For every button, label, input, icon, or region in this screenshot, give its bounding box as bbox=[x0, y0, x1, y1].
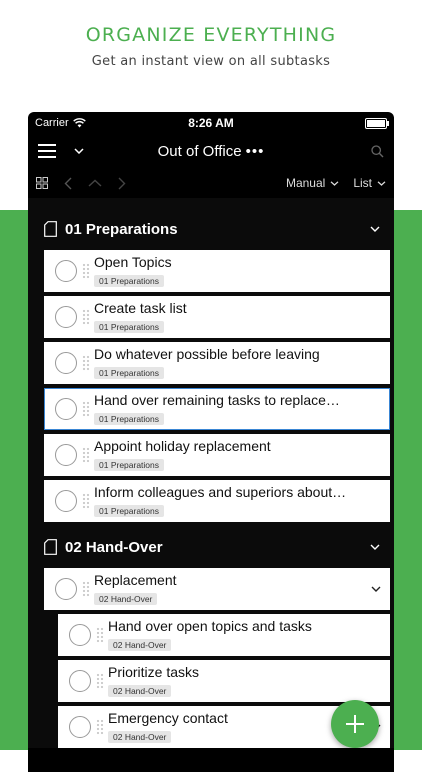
task-list-tag: 01 Preparations bbox=[94, 458, 165, 471]
plus-icon bbox=[345, 714, 365, 734]
task-title: Appoint holiday replacement bbox=[94, 437, 271, 454]
group-title: 01 Preparations bbox=[65, 220, 178, 238]
task-checkbox[interactable] bbox=[69, 716, 91, 738]
task-checkbox[interactable] bbox=[55, 260, 77, 282]
task-checkbox[interactable] bbox=[55, 306, 77, 328]
chevron-down-icon[interactable] bbox=[74, 148, 84, 154]
task-list-tag: 01 Preparations bbox=[94, 320, 165, 333]
hamburger-menu-icon[interactable] bbox=[38, 144, 56, 158]
chevron-down-icon[interactable] bbox=[370, 226, 380, 232]
drag-handle-icon[interactable] bbox=[82, 401, 90, 417]
task-checkbox[interactable] bbox=[55, 578, 77, 600]
chevron-down-icon[interactable] bbox=[370, 544, 380, 550]
drag-handle-icon[interactable] bbox=[82, 447, 90, 463]
task-row[interactable]: Appoint holiday replacement 01 Preparati… bbox=[44, 434, 390, 476]
view-mode-dropdown[interactable]: List bbox=[353, 176, 386, 190]
drag-handle-icon[interactable] bbox=[96, 719, 104, 735]
battery-icon bbox=[365, 117, 389, 129]
task-row[interactable]: Inform colleagues and superiors about… 0… bbox=[44, 480, 390, 522]
task-row-selected[interactable]: Hand over remaining tasks to replace… 01… bbox=[44, 388, 390, 430]
group-header-preparations[interactable]: 01 Preparations bbox=[28, 208, 394, 250]
sort-mode-label: Manual bbox=[285, 176, 326, 190]
task-list: 01 Preparations Open Topics 01 Preparati… bbox=[28, 198, 394, 748]
promo-title: ORGANIZE EVERYTHING bbox=[85, 24, 337, 46]
task-row[interactable]: Do whatever possible before leaving 01 P… bbox=[44, 342, 390, 384]
status-bar: Carrier 8:26 AM bbox=[28, 112, 394, 134]
task-list-tag: 02 Hand-Over bbox=[94, 592, 158, 605]
task-title: Do whatever possible before leaving bbox=[94, 345, 320, 362]
drag-handle-icon[interactable] bbox=[82, 581, 90, 597]
task-title: Hand over open topics and tasks bbox=[108, 617, 312, 634]
document-icon bbox=[44, 539, 57, 555]
drag-handle-icon[interactable] bbox=[82, 493, 90, 509]
task-title: Replacement bbox=[94, 571, 177, 588]
drag-handle-icon[interactable] bbox=[96, 627, 104, 643]
drag-handle-icon[interactable] bbox=[82, 263, 90, 279]
task-title: Open Topics bbox=[94, 253, 172, 270]
chevron-down-icon bbox=[377, 180, 386, 186]
navigation-bar: Out of Office ••• bbox=[28, 134, 394, 168]
add-task-button[interactable] bbox=[331, 700, 379, 748]
back-arrow-icon[interactable] bbox=[64, 177, 72, 190]
view-mode-label: List bbox=[353, 176, 372, 190]
task-checkbox[interactable] bbox=[69, 670, 91, 692]
task-list-tag: 01 Preparations bbox=[94, 366, 165, 379]
chevron-down-icon bbox=[330, 180, 339, 186]
promo-subtitle: Get an instant view on all subtasks bbox=[91, 54, 331, 69]
up-arrow-icon[interactable] bbox=[88, 179, 102, 187]
task-checkbox[interactable] bbox=[69, 624, 91, 646]
task-list-tag: 02 Hand-Over bbox=[108, 684, 172, 697]
status-time: 8:26 AM bbox=[188, 116, 234, 130]
drag-handle-icon[interactable] bbox=[82, 309, 90, 325]
task-title: Inform colleagues and superiors about… bbox=[94, 483, 347, 500]
list-title-text[interactable]: Out of Office bbox=[158, 143, 242, 160]
task-list-tag: 01 Preparations bbox=[94, 274, 165, 287]
chevron-down-icon[interactable] bbox=[371, 586, 381, 592]
task-list-tag: 02 Hand-Over bbox=[108, 730, 172, 743]
search-icon[interactable] bbox=[371, 144, 384, 158]
task-title: Hand over remaining tasks to replace… bbox=[94, 391, 340, 408]
document-icon bbox=[44, 221, 57, 237]
group-header-hand-over[interactable]: 02 Hand-Over bbox=[28, 526, 394, 568]
forward-arrow-icon[interactable] bbox=[118, 177, 126, 190]
task-title: Prioritize tasks bbox=[108, 663, 200, 680]
task-checkbox[interactable] bbox=[55, 444, 77, 466]
subtask-row[interactable]: Prioritize tasks 02 Hand-Over bbox=[58, 660, 390, 702]
sort-mode-dropdown[interactable]: Manual bbox=[286, 176, 339, 190]
task-list-tag: 02 Hand-Over bbox=[108, 638, 172, 651]
task-row[interactable]: Create task list 01 Preparations bbox=[44, 296, 390, 338]
toolbar: Manual List bbox=[28, 168, 394, 198]
task-list-tag: 01 Preparations bbox=[94, 412, 165, 425]
drag-handle-icon[interactable] bbox=[82, 355, 90, 371]
task-checkbox[interactable] bbox=[55, 398, 77, 420]
task-title: Create task list bbox=[94, 299, 187, 316]
subtask-row[interactable]: Hand over open topics and tasks 02 Hand-… bbox=[58, 614, 390, 656]
drag-handle-icon[interactable] bbox=[96, 673, 104, 689]
more-options-button[interactable]: ••• bbox=[246, 143, 265, 160]
group-title: 02 Hand-Over bbox=[65, 538, 163, 556]
promo-header: ORGANIZE EVERYTHING Get an instant view … bbox=[0, 24, 422, 69]
task-list-tag: 01 Preparations bbox=[94, 504, 165, 517]
task-row[interactable]: Open Topics 01 Preparations bbox=[44, 250, 390, 292]
phone-screen: Carrier 8:26 AM Out of Office ••• Manual… bbox=[28, 112, 394, 772]
grid-view-icon[interactable] bbox=[36, 177, 48, 189]
task-checkbox[interactable] bbox=[55, 490, 77, 512]
task-checkbox[interactable] bbox=[55, 352, 77, 374]
task-row-parent[interactable]: Replacement 02 Hand-Over bbox=[44, 568, 390, 610]
